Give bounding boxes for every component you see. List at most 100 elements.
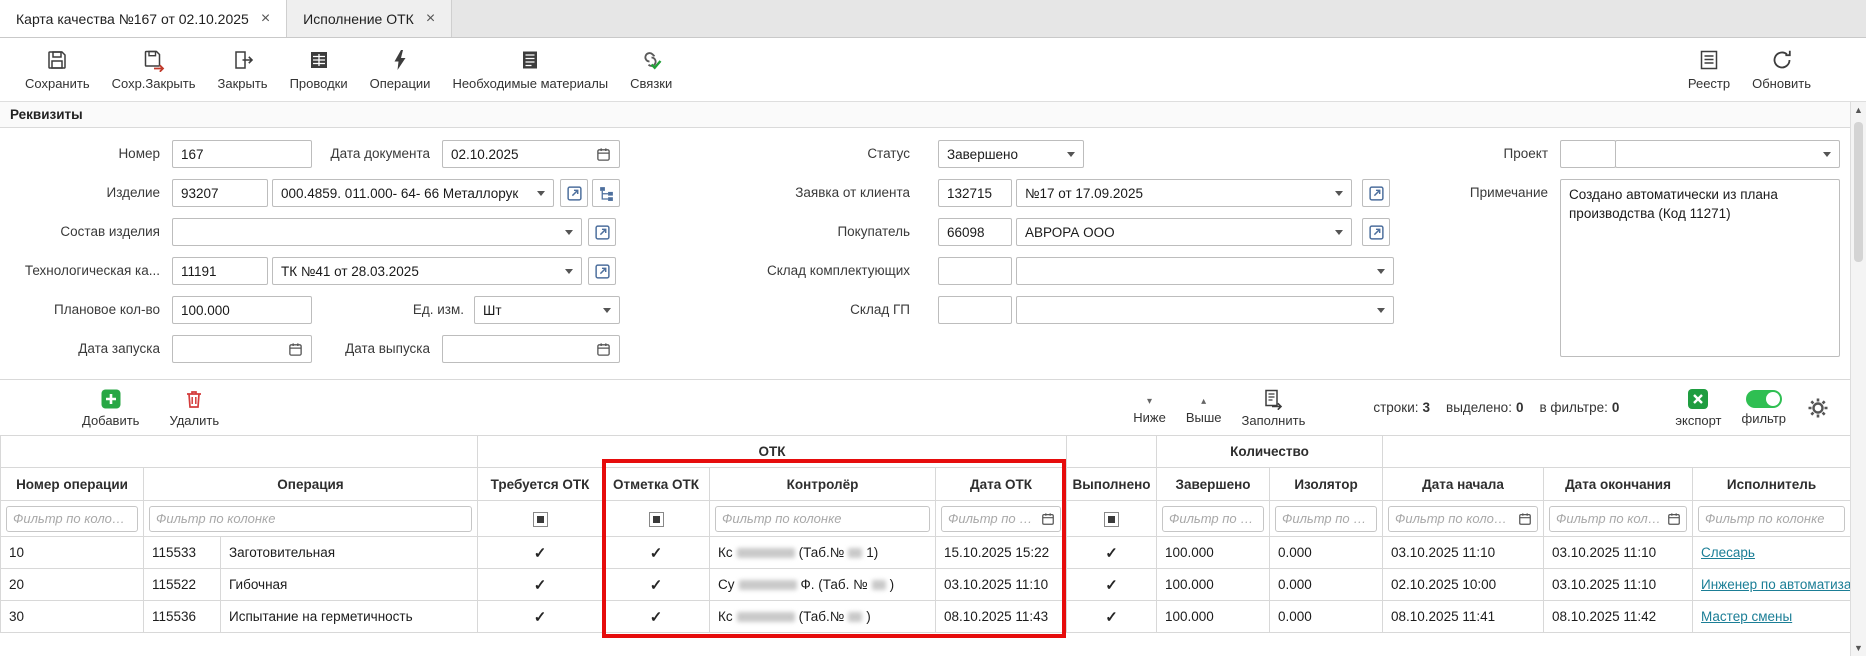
refresh-button[interactable]: Обновить [1741, 44, 1822, 95]
dropdown-arrow-icon [565, 230, 573, 235]
col-header-start-date[interactable]: Дата начала [1383, 468, 1544, 501]
export-excel-button[interactable]: экспорт [1675, 388, 1721, 428]
open-buyer-button[interactable] [1362, 218, 1390, 246]
calendar-icon[interactable] [1041, 512, 1055, 526]
status-select[interactable]: Завершено [938, 140, 1084, 168]
filter-completed[interactable] [1162, 506, 1264, 532]
tab-otk-execution[interactable]: Исполнение ОТК × [287, 0, 452, 37]
product-hierarchy-button[interactable] [592, 179, 620, 207]
components-warehouse-code-input[interactable] [938, 257, 1012, 285]
filter-op-number[interactable] [6, 506, 138, 532]
uom-select[interactable]: Шт [474, 296, 620, 324]
tab-close-icon[interactable]: × [261, 11, 270, 27]
executor-link[interactable]: Инженер по автоматизации [1701, 577, 1851, 592]
open-product-button[interactable] [560, 179, 588, 207]
fg-warehouse-code-input[interactable] [938, 296, 1012, 324]
operations-button[interactable]: Операции [359, 44, 442, 95]
col-header-isolator[interactable]: Изолятор [1270, 468, 1383, 501]
dropdown-arrow-icon [1335, 191, 1343, 196]
tech-card-select[interactable]: ТК №41 от 28.03.2025 [272, 257, 582, 285]
isolator-cell: 0.000 [1270, 537, 1383, 569]
table-row[interactable]: 10 115533 Заготовительная ✓ ✓ Кс(Таб.№1)… [1, 537, 1851, 569]
col-header-completed[interactable]: Завершено [1157, 468, 1270, 501]
otk-mark-checkbox[interactable]: ✓ [603, 601, 710, 633]
product-select[interactable]: 000.4859. 011.000- 64- 66 Металлорук [272, 179, 554, 207]
done-checkbox[interactable]: ✓ [1067, 569, 1157, 601]
otk-required-checkbox[interactable]: ✓ [478, 537, 603, 569]
materials-button[interactable]: Необходимые материалы [441, 44, 619, 95]
filter-executor[interactable] [1698, 506, 1845, 532]
planned-qty-input[interactable] [172, 296, 312, 324]
product-code-input[interactable] [172, 179, 268, 207]
filter-isolator[interactable] [1275, 506, 1377, 532]
move-down-button[interactable]: ▾ Ниже [1133, 391, 1166, 425]
project-code-input[interactable] [1560, 140, 1616, 168]
executor-link[interactable]: Слесарь [1701, 545, 1755, 560]
col-header-done[interactable]: Выполнено [1067, 468, 1157, 501]
save-close-button[interactable]: Сохр.Закрыть [101, 44, 207, 95]
col-header-operation[interactable]: Операция [144, 468, 478, 501]
fg-warehouse-select[interactable] [1016, 296, 1394, 324]
otk-required-checkbox[interactable]: ✓ [478, 569, 603, 601]
links-button[interactable]: Связки [619, 44, 683, 95]
scroll-up-icon[interactable]: ▲ [1851, 105, 1866, 115]
tab-close-icon[interactable]: × [426, 11, 435, 27]
composition-select[interactable] [172, 218, 582, 246]
open-client-request-button[interactable] [1362, 179, 1390, 207]
toggle-knob [1766, 392, 1780, 406]
table-row[interactable]: 30 115536 Испытание на герметичность ✓ ✓… [1, 601, 1851, 633]
filter-otk-required-checkbox[interactable] [533, 512, 548, 527]
filter-otk-mark-checkbox[interactable] [649, 512, 664, 527]
project-select[interactable] [1615, 140, 1840, 168]
toggle-on-icon[interactable] [1746, 390, 1782, 408]
client-request-code-input[interactable] [938, 179, 1012, 207]
otk-required-checkbox[interactable]: ✓ [478, 601, 603, 633]
tab-quality-card[interactable]: Карта качества №167 от 02.10.2025 × [0, 0, 287, 37]
vertical-scrollbar[interactable]: ▲ ▼ [1850, 102, 1866, 656]
save-button[interactable]: Сохранить [14, 44, 101, 95]
postings-button[interactable]: Проводки [279, 44, 359, 95]
note-textarea[interactable]: Создано автоматически из плана производс… [1560, 179, 1840, 357]
fill-button[interactable]: Заполнить [1242, 388, 1306, 428]
otk-mark-checkbox[interactable]: ✓ [603, 569, 710, 601]
done-checkbox[interactable]: ✓ [1067, 601, 1157, 633]
release-date-input[interactable] [442, 335, 620, 363]
scrollbar-thumb[interactable] [1854, 122, 1863, 262]
col-header-otk-date[interactable]: Дата ОТК [936, 468, 1067, 501]
open-item-icon [594, 263, 611, 280]
doc-date-input[interactable]: 02.10.2025 [442, 140, 620, 168]
filter-done-checkbox[interactable] [1104, 512, 1119, 527]
tech-card-code-input[interactable] [172, 257, 268, 285]
close-button[interactable]: Закрыть [207, 44, 279, 95]
add-row-button[interactable]: Добавить [82, 388, 139, 428]
buyer-select[interactable]: АВРОРА ООО [1016, 218, 1352, 246]
filter-controller[interactable] [715, 506, 930, 532]
col-header-otk-required[interactable]: Требуется ОТК [478, 468, 603, 501]
calendar-icon[interactable] [1667, 512, 1681, 526]
done-checkbox[interactable]: ✓ [1067, 537, 1157, 569]
buyer-code-input[interactable] [938, 218, 1012, 246]
calendar-icon[interactable] [596, 342, 611, 357]
components-warehouse-select[interactable] [1016, 257, 1394, 285]
client-request-select[interactable]: №17 от 17.09.2025 [1016, 179, 1352, 207]
filter-toggle-button[interactable]: фильтр [1742, 390, 1786, 426]
open-tech-card-button[interactable] [588, 257, 616, 285]
delete-row-button[interactable]: Удалить [169, 388, 219, 428]
calendar-icon[interactable] [596, 147, 611, 162]
filter-operation[interactable] [149, 506, 472, 532]
executor-link[interactable]: Мастер смены [1701, 609, 1792, 624]
col-header-end-date[interactable]: Дата окончания [1544, 468, 1693, 501]
col-header-op-number[interactable]: Номер операции [1, 468, 144, 501]
calendar-icon[interactable] [1518, 512, 1532, 526]
col-header-controller[interactable]: Контролёр [710, 468, 936, 501]
move-up-button[interactable]: ▴ Выше [1186, 391, 1222, 425]
otk-mark-checkbox[interactable]: ✓ [603, 537, 710, 569]
col-header-otk-mark[interactable]: Отметка ОТК [603, 468, 710, 501]
table-row[interactable]: 20 115522 Гибочная ✓ ✓ СуФ. (Таб. №) 03.… [1, 569, 1851, 601]
settings-gear-button[interactable] [1806, 396, 1830, 420]
filter-start-date[interactable] [1388, 506, 1538, 532]
col-header-executor[interactable]: Исполнитель [1693, 468, 1851, 501]
open-composition-button[interactable] [588, 218, 616, 246]
scroll-down-icon[interactable]: ▼ [1851, 643, 1866, 653]
registry-button[interactable]: Реестр [1677, 44, 1741, 95]
